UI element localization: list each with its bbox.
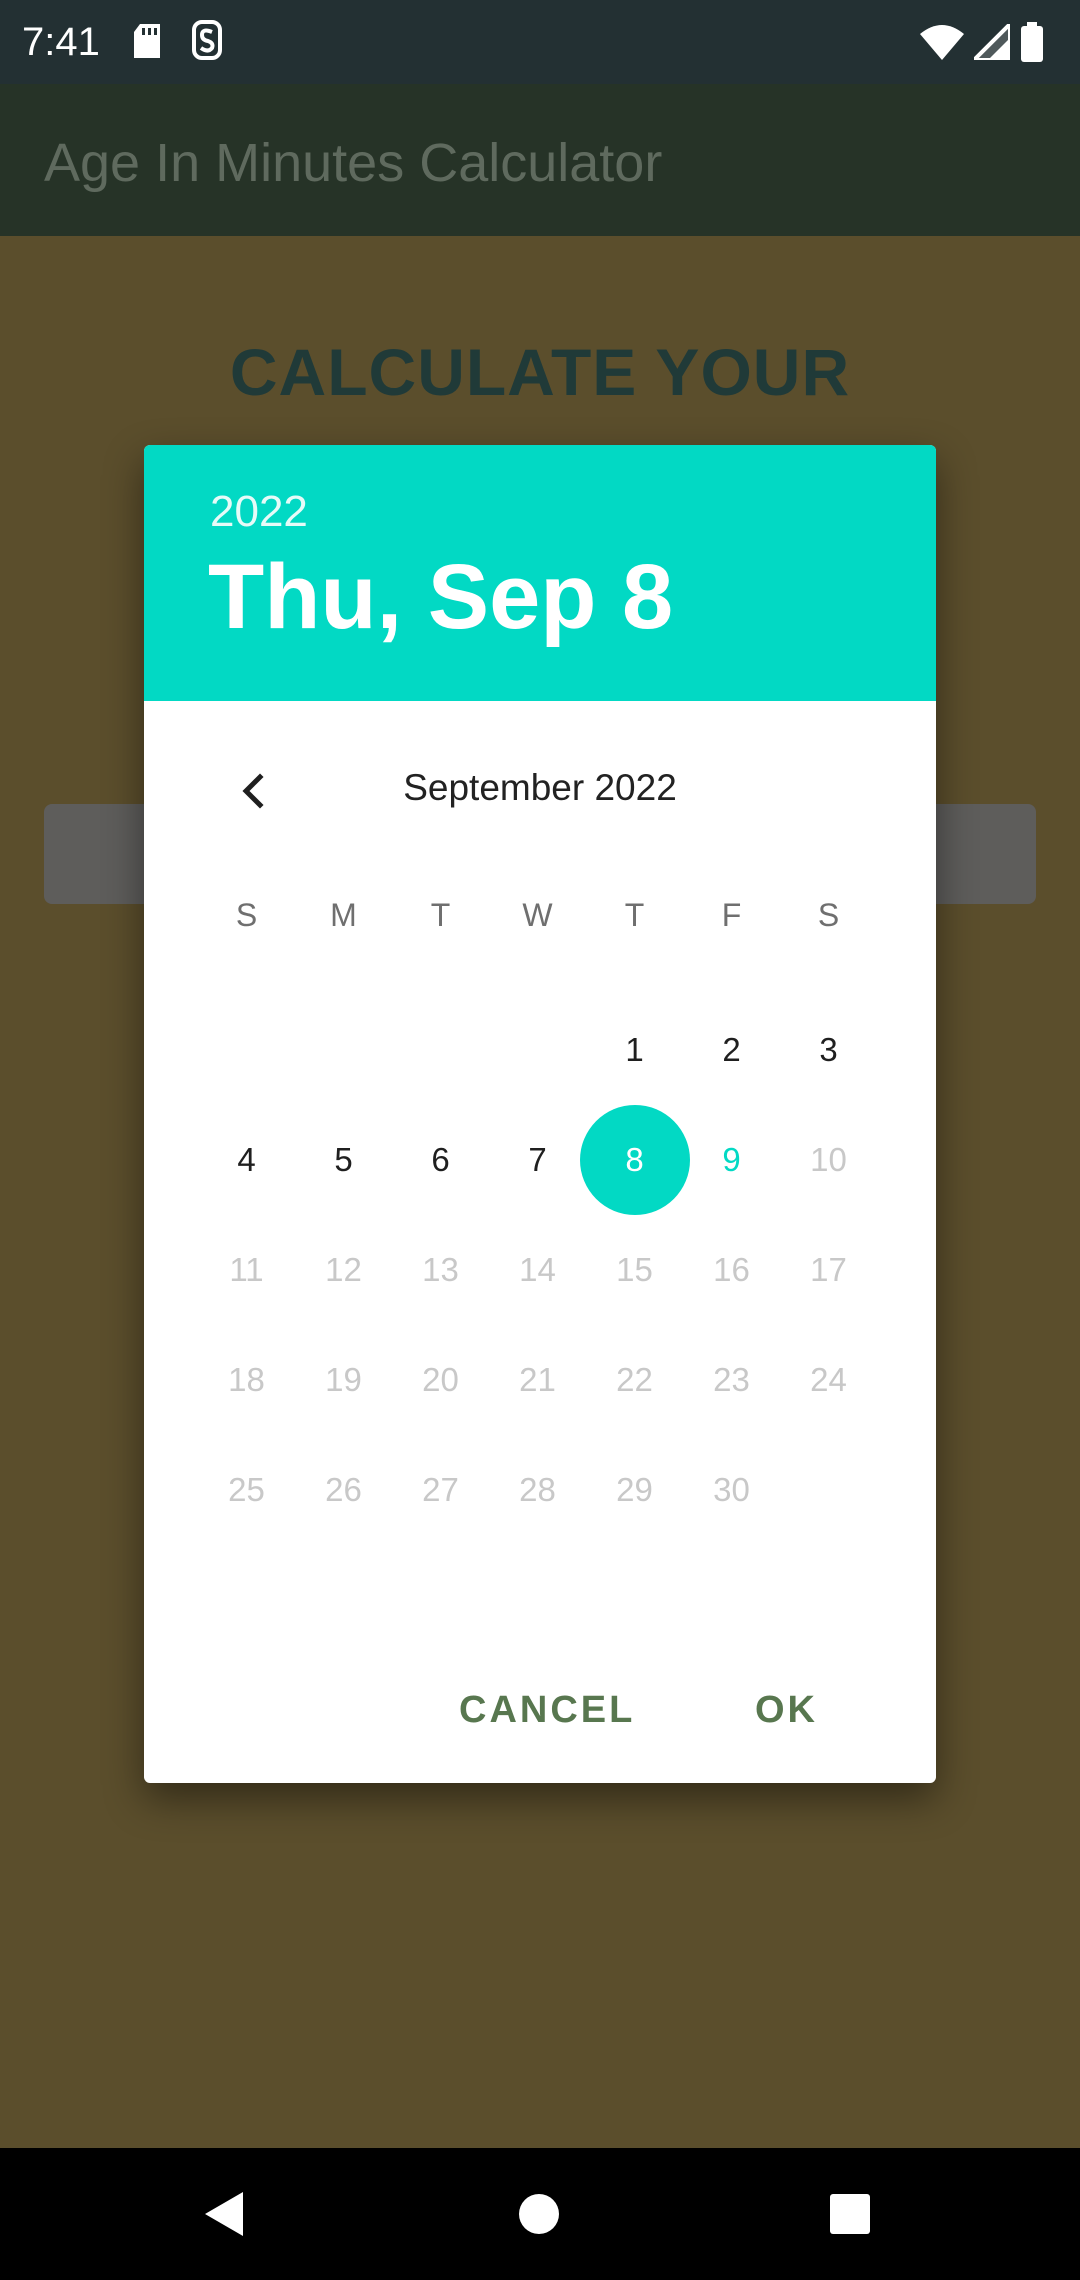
disabled-day-cell: 16 — [713, 1251, 750, 1288]
disabled-day-cell: 11 — [229, 1251, 264, 1288]
selected-date-title: Thu, Sep 8 — [208, 546, 674, 648]
day-cell[interactable]: 1 — [586, 995, 683, 1105]
empty-day-cell — [780, 1435, 877, 1545]
dialog-actions: CANCEL OK — [144, 1670, 936, 1750]
sd-card-icon — [132, 24, 162, 65]
empty-day-cell — [392, 995, 489, 1105]
disabled-day-cell: 10 — [810, 1141, 847, 1178]
app-title: Age In Minutes Calculator — [44, 133, 663, 193]
weekday-label: T — [430, 896, 451, 933]
day-cell[interactable]: 6 — [392, 1105, 489, 1215]
s-notification-icon — [192, 20, 222, 69]
disabled-day-cell: 25 — [228, 1471, 265, 1508]
disabled-day-cell: 26 — [325, 1471, 362, 1508]
calendar-week: 11 12 13 14 15 16 17 — [198, 1215, 878, 1325]
weekday-label: T — [624, 896, 645, 933]
navigation-bar — [0, 2148, 1080, 2280]
disabled-day-cell: 20 — [422, 1361, 459, 1398]
cancel-button[interactable]: CANCEL — [459, 1670, 635, 1750]
weekday-header: S M T W T F S — [198, 885, 878, 945]
disabled-day-cell: 13 — [422, 1251, 459, 1288]
disabled-day-cell: 27 — [422, 1471, 459, 1508]
month-label: September 2022 — [403, 767, 677, 808]
calendar-week: 1 2 3 — [198, 995, 878, 1105]
wifi-icon — [920, 24, 964, 65]
ok-button[interactable]: OK — [755, 1670, 818, 1750]
day-cell[interactable]: 7 — [489, 1105, 586, 1215]
home-icon[interactable] — [519, 2194, 559, 2234]
disabled-day-cell: 30 — [713, 1471, 750, 1508]
disabled-day-cell: 15 — [616, 1251, 653, 1288]
year-selector[interactable]: 2022 — [210, 487, 308, 537]
disabled-day-cell: 19 — [325, 1361, 362, 1398]
back-icon[interactable] — [203, 2190, 245, 2243]
disabled-day-cell: 21 — [519, 1361, 556, 1398]
calendar-week: 25 26 27 28 29 30 — [198, 1435, 878, 1545]
day-cell[interactable]: 4 — [198, 1105, 295, 1215]
weekday-label: S — [235, 896, 258, 933]
calendar-week: 4 5 6 7 8 9 10 — [198, 1105, 878, 1215]
weekday-label: W — [522, 896, 553, 933]
calendar-week: 18 19 20 21 22 23 24 — [198, 1325, 878, 1435]
empty-day-cell — [295, 995, 392, 1105]
disabled-day-cell: 18 — [228, 1361, 265, 1398]
weekday-label: F — [721, 896, 742, 933]
date-picker-header: 2022 Thu, Sep 8 — [144, 445, 936, 701]
month-navigation: September 2022 — [144, 745, 936, 835]
day-cell[interactable]: 3 — [780, 995, 877, 1105]
day-cell[interactable]: 2 — [683, 995, 780, 1105]
weekday-label: S — [817, 896, 840, 933]
selected-day-cell[interactable]: 8 — [579, 1105, 690, 1215]
date-picker-dialog: 2022 Thu, Sep 8 September 2022 S M T W T… — [144, 445, 936, 1783]
status-time: 7:41 — [22, 20, 100, 64]
weekday-label: M — [330, 896, 357, 933]
battery-icon — [1020, 22, 1044, 67]
day-cell[interactable]: 5 — [295, 1105, 392, 1215]
recents-icon[interactable] — [830, 2194, 870, 2234]
disabled-day-cell: 29 — [616, 1471, 653, 1508]
empty-day-cell — [489, 995, 586, 1105]
disabled-day-cell: 12 — [325, 1251, 362, 1288]
headline: CALCULATE YOUR — [229, 335, 851, 409]
empty-day-cell — [198, 995, 295, 1105]
app-bar: Age In Minutes Calculator — [0, 84, 1080, 236]
status-bar: 7:41 — [0, 0, 1080, 84]
disabled-day-cell: 22 — [616, 1361, 653, 1398]
disabled-day-cell: 24 — [810, 1361, 847, 1398]
disabled-day-cell: 17 — [810, 1251, 847, 1288]
disabled-day-cell: 14 — [519, 1251, 556, 1288]
today-day-cell[interactable]: 9 — [683, 1105, 780, 1215]
disabled-day-cell: 28 — [519, 1471, 556, 1508]
signal-icon — [969, 19, 1012, 65]
disabled-day-cell: 23 — [713, 1361, 750, 1398]
